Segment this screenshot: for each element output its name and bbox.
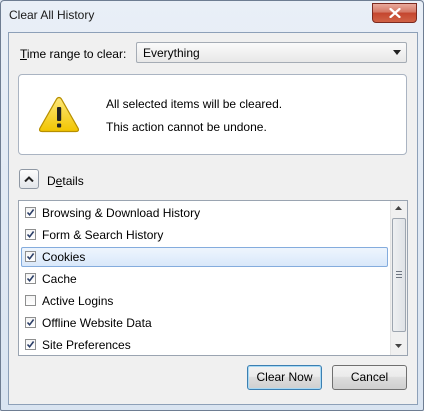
checkmark-icon bbox=[26, 275, 35, 283]
checkbox[interactable] bbox=[25, 295, 36, 306]
chevron-down-icon bbox=[393, 50, 401, 55]
time-range-label: Time range to clear: bbox=[20, 47, 127, 61]
list-item-label: Form & Search History bbox=[42, 228, 164, 242]
list-item-cookies[interactable]: Cookies bbox=[21, 247, 388, 267]
scroll-up-arrow-icon[interactable] bbox=[395, 206, 402, 210]
clear-now-button[interactable]: Clear Now bbox=[247, 365, 322, 390]
checkbox[interactable] bbox=[25, 273, 36, 284]
checkmark-icon bbox=[26, 319, 35, 327]
list-item-browsing-download-history[interactable]: Browsing & Download History bbox=[21, 203, 388, 223]
checkbox[interactable] bbox=[25, 339, 36, 350]
list-item-label: Site Preferences bbox=[42, 338, 131, 352]
list-scrollbar[interactable] bbox=[390, 201, 407, 355]
list-item-form-search-history[interactable]: Form & Search History bbox=[21, 225, 388, 245]
list-item-cache[interactable]: Cache bbox=[21, 269, 388, 289]
list-item-label: Active Logins bbox=[42, 294, 114, 308]
details-label[interactable]: Details bbox=[47, 174, 84, 188]
warning-icon bbox=[38, 96, 80, 133]
checkmark-icon bbox=[26, 253, 35, 261]
scrollbar-thumb[interactable] bbox=[392, 218, 406, 332]
clear-history-dialog: Clear All History Time range to clear: E… bbox=[0, 0, 424, 411]
cancel-button[interactable]: Cancel bbox=[332, 365, 407, 390]
chevron-up-icon bbox=[24, 176, 34, 182]
details-toggle-button[interactable] bbox=[19, 169, 39, 189]
list-item-label: Browsing & Download History bbox=[42, 206, 201, 220]
list-item-label: Cache bbox=[42, 272, 77, 286]
close-icon bbox=[388, 8, 401, 18]
close-button[interactable] bbox=[372, 3, 417, 23]
grip-icon bbox=[396, 271, 402, 278]
dialog-body: Time range to clear: Everything All sele… bbox=[8, 32, 418, 405]
list-item-offline-website-data[interactable]: Offline Website Data bbox=[21, 313, 388, 333]
checkbox[interactable] bbox=[25, 229, 36, 240]
window-title: Clear All History bbox=[9, 8, 95, 22]
title-bar[interactable]: Clear All History bbox=[1, 1, 423, 31]
checkbox[interactable] bbox=[25, 317, 36, 328]
time-range-select[interactable]: Everything bbox=[136, 42, 407, 63]
warning-panel: All selected items will be cleared. This… bbox=[18, 74, 407, 155]
checkmark-icon bbox=[26, 341, 35, 349]
list-item-site-preferences[interactable]: Site Preferences bbox=[21, 335, 388, 355]
checkbox[interactable] bbox=[25, 251, 36, 262]
warning-text-line1: All selected items will be cleared. bbox=[106, 97, 283, 111]
list-item-label: Offline Website Data bbox=[42, 316, 152, 330]
history-items-list[interactable]: Browsing & Download History Form & Searc… bbox=[18, 200, 408, 356]
checkmark-icon bbox=[26, 209, 35, 217]
time-range-value: Everything bbox=[143, 46, 200, 60]
scroll-down-arrow-icon[interactable] bbox=[395, 344, 402, 348]
checkbox[interactable] bbox=[25, 207, 36, 218]
checkmark-icon bbox=[26, 231, 35, 239]
warning-text-line2: This action cannot be undone. bbox=[106, 120, 267, 134]
list-item-label: Cookies bbox=[42, 250, 86, 264]
list-item-active-logins[interactable]: Active Logins bbox=[21, 291, 388, 311]
